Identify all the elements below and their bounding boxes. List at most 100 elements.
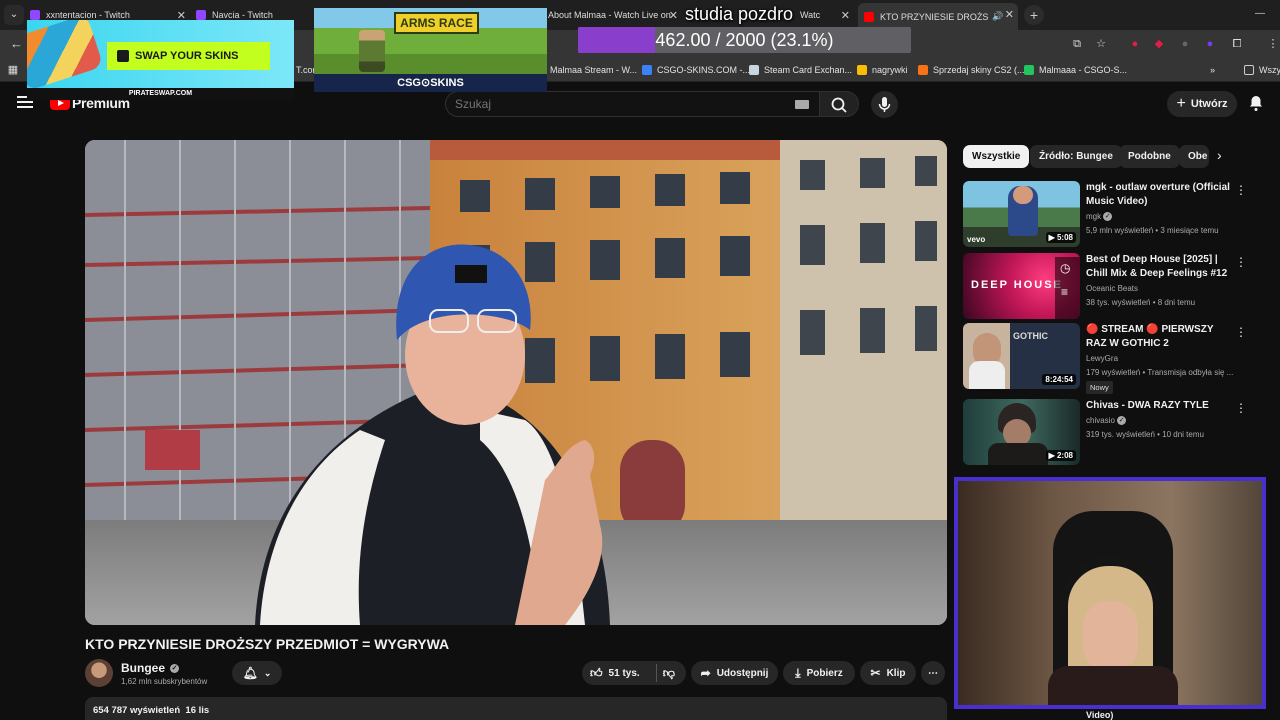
recommended-meta: 179 wyświetleń • Transmisja odbyła się .… bbox=[1086, 368, 1234, 377]
divider bbox=[655, 664, 657, 682]
publish-date: 16 lis bbox=[185, 705, 210, 716]
new-tab-plus-icon[interactable]: + bbox=[1024, 5, 1044, 25]
more-actions-button[interactable]: ⋯ bbox=[921, 661, 945, 685]
chip-watched[interactable]: Obe bbox=[1179, 145, 1209, 168]
queue-icon[interactable]: ≡ bbox=[1061, 285, 1068, 299]
recommended-title[interactable]: mgk - outlaw overture (Official Music Vi… bbox=[1086, 181, 1236, 209]
recommended-channel[interactable]: chivasio ✓ bbox=[1086, 416, 1127, 426]
recommended-channel[interactable]: mgk ✓ bbox=[1086, 212, 1113, 222]
bookmark-item[interactable]: Malmaa Stream - W... bbox=[550, 63, 637, 77]
partial-recommended-title: Video) bbox=[1086, 710, 1114, 720]
video-thumbnail[interactable]: DEEP HOUSE ◷ ≡ bbox=[963, 253, 1080, 319]
drive-icon bbox=[857, 65, 867, 75]
bookmark-item[interactable]: Sprzedaj skiny CS2 (... bbox=[918, 63, 1025, 77]
recommended-video[interactable]: ▶ 2:08 Chivas - DWA RAZY TYLE chivasio ✓… bbox=[963, 399, 1268, 467]
bookmark-label: Sprzedaj skiny CS2 (... bbox=[933, 65, 1025, 75]
keyboard-icon[interactable] bbox=[795, 100, 809, 109]
channel-name[interactable]: Bungee ✓ bbox=[121, 661, 180, 675]
tab-title: About Malmaa - Watch Live on bbox=[548, 10, 671, 20]
search-icon bbox=[831, 97, 847, 113]
extension-icon[interactable]: ● bbox=[1203, 37, 1217, 51]
subscription-bell-button[interactable]: 🔔︎ ⌄ bbox=[232, 661, 282, 685]
description-box[interactable] bbox=[85, 697, 947, 720]
swap-skins-banner: SWAP YOUR SKINS bbox=[107, 42, 270, 70]
bookmarks-overflow-icon[interactable]: » bbox=[1210, 63, 1215, 77]
more-vertical-icon[interactable]: ⋮ bbox=[1235, 401, 1247, 415]
voice-search-button[interactable] bbox=[871, 91, 898, 118]
browser-tab[interactable]: Watc ✕ bbox=[800, 4, 854, 26]
csgoskins-ad-overlay: ARMS RACE CSG⊙SKINS bbox=[314, 8, 547, 92]
csgo-skins-brand: CSG⊙SKINS bbox=[314, 74, 547, 92]
search-input[interactable] bbox=[446, 92, 776, 116]
chip-from-channel[interactable]: Źródło: Bungee bbox=[1030, 145, 1122, 168]
recommended-video[interactable]: GOTHIC 8:24:54 🔴 STREAM 🔴 PIERWSZY RAZ W… bbox=[963, 323, 1268, 395]
subscriber-count: 1,62 mln subskrybentów bbox=[121, 677, 208, 686]
bookmark-item[interactable]: nagrywki bbox=[857, 63, 908, 77]
create-button[interactable]: + Utwórz bbox=[1167, 91, 1237, 117]
tab-title: xxntentacion - Twitch bbox=[46, 10, 130, 20]
search-box[interactable] bbox=[445, 91, 820, 117]
more-vertical-icon[interactable]: ⋮ bbox=[1235, 183, 1247, 197]
recommended-video[interactable]: vevo ▶ 5:08 mgk - outlaw overture (Offic… bbox=[963, 181, 1268, 249]
chevron-right-icon[interactable]: › bbox=[1217, 147, 1222, 163]
plus-icon: + bbox=[1176, 95, 1186, 112]
dislike-button[interactable]: 👎︎ bbox=[663, 666, 675, 681]
share-button[interactable]: ➦ Udostępnij bbox=[691, 661, 778, 685]
channel-avatar[interactable] bbox=[85, 659, 113, 687]
tab-search-chevron-icon[interactable]: ⌄ bbox=[4, 5, 24, 25]
bookmark-folder[interactable]: Wszy bbox=[1244, 63, 1280, 77]
recommended-title[interactable]: Best of Deep House [2025] | Chill Mix & … bbox=[1086, 253, 1236, 281]
extension-icon[interactable]: ◆ bbox=[1152, 37, 1166, 51]
extension-icon[interactable]: ● bbox=[1178, 37, 1192, 51]
browser-tab[interactable]: About Malmaa - Watch Live on ✕ bbox=[548, 4, 682, 26]
close-tab-icon[interactable]: ✕ bbox=[1005, 8, 1014, 21]
minimize-icon[interactable]: — bbox=[1255, 8, 1265, 19]
duration-text: 2:08 bbox=[1056, 451, 1073, 460]
like-button[interactable]: 👍︎ 51 tys. bbox=[590, 666, 640, 681]
recommended-meta: 5,9 mln wyświetleń • 3 miesiące temu bbox=[1086, 226, 1219, 235]
download-label: Pobierz bbox=[806, 667, 843, 679]
recommended-title[interactable]: 🔴 STREAM 🔴 PIERWSZY RAZ W GOTHIC 2 bbox=[1086, 323, 1236, 351]
bookmark-label: Malmaaa - CSGO-S... bbox=[1039, 65, 1128, 75]
bookmark-item[interactable]: Malmaaa - CSGO-S... bbox=[1024, 63, 1127, 77]
back-arrow-icon[interactable]: ← bbox=[10, 36, 23, 51]
extensions-puzzle-icon[interactable]: ⧠ bbox=[1230, 37, 1244, 51]
bookmark-star-icon[interactable]: ☆ bbox=[1094, 37, 1108, 51]
bookmark-item[interactable]: Steam Card Exchan... bbox=[749, 63, 852, 77]
close-tab-icon[interactable]: ✕ bbox=[669, 9, 678, 22]
menu-kebab-icon[interactable]: ⋮ bbox=[1266, 37, 1280, 51]
extension-icon[interactable]: ● bbox=[1128, 37, 1142, 51]
download-button[interactable]: ⤓ Pobierz bbox=[783, 661, 855, 685]
video-thumbnail[interactable]: vevo ▶ 5:08 bbox=[963, 181, 1080, 247]
speaker-icon[interactable]: 🔊 bbox=[992, 11, 1003, 22]
share-arrow-icon: ➦ bbox=[700, 666, 711, 680]
recommended-channel[interactable]: LewyGra bbox=[1086, 354, 1118, 363]
chip-all[interactable]: Wszystkie bbox=[963, 145, 1030, 168]
duration-badge: ▶ 2:08 bbox=[1045, 450, 1076, 461]
channel-name-text: Bungee bbox=[121, 661, 166, 675]
recommended-title[interactable]: Chivas - DWA RAZY TYLE bbox=[1086, 399, 1236, 413]
recommended-video[interactable]: DEEP HOUSE ◷ ≡ Best of Deep House [2025]… bbox=[963, 253, 1268, 321]
bookmark-favicon-icon bbox=[642, 65, 652, 75]
more-vertical-icon[interactable]: ⋮ bbox=[1235, 325, 1247, 339]
video-player[interactable] bbox=[85, 140, 947, 625]
clip-button[interactable]: ✂ Klip bbox=[860, 661, 916, 685]
search-button[interactable] bbox=[819, 91, 859, 117]
notifications-bell-icon[interactable] bbox=[1247, 94, 1265, 117]
browser-tab-active[interactable]: KTO PRZYNIESIE DROŻSZY 🔊 ✕ bbox=[858, 3, 1018, 30]
video-thumbnail[interactable]: GOTHIC 8:24:54 bbox=[963, 323, 1080, 389]
apps-grid-icon[interactable]: ▦ bbox=[6, 63, 20, 77]
more-vertical-icon[interactable]: ⋮ bbox=[1235, 255, 1247, 269]
youtube-favicon-icon bbox=[864, 11, 874, 22]
video-thumbnail[interactable]: ▶ 2:08 bbox=[963, 399, 1080, 465]
cast-icon[interactable]: ⧉ bbox=[1070, 37, 1084, 51]
view-count: 654 787 wyświetleń bbox=[93, 705, 181, 716]
like-count: 51 tys. bbox=[608, 667, 640, 679]
chip-related[interactable]: Podobne bbox=[1119, 145, 1180, 168]
clock-icon[interactable]: ◷ bbox=[1060, 261, 1070, 275]
bookmark-item[interactable]: CSGO-SKINS.COM -... bbox=[642, 63, 750, 77]
close-tab-icon[interactable]: ✕ bbox=[841, 9, 850, 22]
more-horizontal-icon: ⋯ bbox=[928, 667, 938, 679]
recommended-channel[interactable]: Oceanic Beats bbox=[1086, 284, 1138, 293]
bookmark-label: CSGO-SKINS.COM -... bbox=[657, 65, 751, 75]
